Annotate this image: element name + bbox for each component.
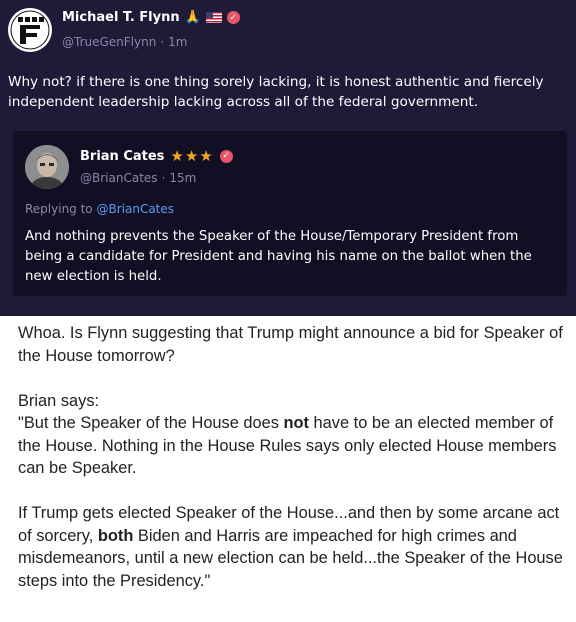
author-name-row: Michael T. Flynn 🙏 ✓ <box>62 10 240 25</box>
post-text: Why not? if there is one thing sorely la… <box>8 74 544 110</box>
author-handle[interactable]: @TrueGenFlynn <box>62 35 156 49</box>
replying-to: Replying to @BrianCates <box>25 202 174 216</box>
post-card: Michael T. Flynn 🙏 ✓ @TrueGenFlynn · 1m … <box>0 0 576 316</box>
avatar[interactable] <box>25 145 69 189</box>
commentary: Whoa. Is Flynn suggesting that Trump mig… <box>18 322 570 615</box>
quoted-time: 15m <box>169 171 197 185</box>
star-icon: ★★★ <box>170 147 214 165</box>
quoted-handle-row: @BrianCates · 15m <box>80 171 196 185</box>
commentary-paragraph-1: Whoa. Is Flynn suggesting that Trump mig… <box>18 324 563 365</box>
separator-dot: · <box>161 171 166 185</box>
commentary-paragraph-3: If Trump gets elected Speaker of the Hou… <box>18 502 570 592</box>
quoted-post[interactable]: Brian Cates ★★★ ✓ @BrianCates · 15m Repl… <box>13 131 567 296</box>
author-name[interactable]: Michael T. Flynn <box>62 10 180 25</box>
mention-link[interactable]: @BrianCates <box>96 202 174 216</box>
verified-badge-icon: ✓ <box>219 149 233 163</box>
praying-hands-icon: 🙏 <box>184 10 201 25</box>
commentary-paragraph-2: Brian says: "But the Speaker of the House… <box>18 390 570 480</box>
verified-badge-icon: ✓ <box>226 11 240 24</box>
us-flag-icon <box>205 12 222 23</box>
quoted-handle[interactable]: @BrianCates <box>80 171 158 185</box>
commentary-text: "But the Speaker of the House does <box>18 414 284 432</box>
quoted-text: And nothing prevents the Speaker of the … <box>25 229 532 284</box>
quoted-author-name-row: Brian Cates ★★★ ✓ <box>80 147 233 165</box>
truth-social-logo-icon[interactable] <box>8 8 52 52</box>
commentary-intro: Brian says: <box>18 391 100 410</box>
quoted-author-name[interactable]: Brian Cates <box>80 149 164 164</box>
author-handle-row: @TrueGenFlynn · 1m <box>62 35 187 49</box>
separator-dot: · <box>160 35 165 49</box>
replying-prefix: Replying to <box>25 202 93 216</box>
post-time: 1m <box>168 35 188 49</box>
commentary-bold: not <box>283 414 309 432</box>
commentary-bold: both <box>97 526 134 545</box>
